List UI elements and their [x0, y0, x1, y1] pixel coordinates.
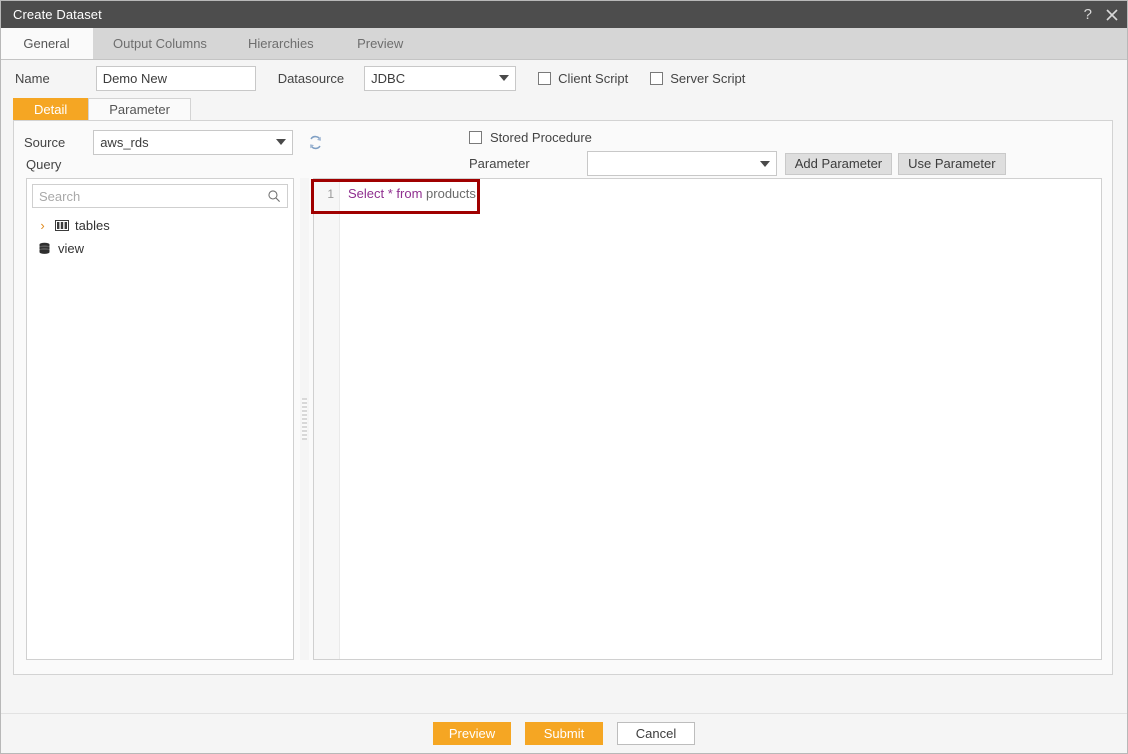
source-row: Source aws_rds — [24, 129, 324, 155]
name-input[interactable] — [95, 65, 256, 91]
window-controls: ? — [1084, 7, 1118, 22]
window-title: Create Dataset — [13, 7, 102, 22]
editor-gutter: 1 — [314, 179, 340, 659]
tab-output-columns[interactable]: Output Columns — [93, 28, 228, 59]
tree-node-label: tables — [75, 218, 110, 233]
detail-panel: Source aws_rds Stored Procedure Query Pa… — [13, 120, 1113, 675]
tab-general[interactable]: General — [1, 28, 93, 59]
tab-hierarchies[interactable]: Hierarchies — [228, 28, 335, 59]
chevron-right-icon[interactable]: › — [37, 218, 48, 233]
parameter-select[interactable] — [586, 151, 777, 176]
chevron-down-icon — [276, 139, 287, 145]
server-script-label: Server Script — [670, 70, 746, 86]
database-icon — [37, 242, 52, 255]
stored-procedure-label: Stored Procedure — [490, 130, 592, 145]
preview-button[interactable]: Preview — [433, 722, 511, 745]
name-label: Name — [15, 70, 50, 86]
sql-identifier-text: products — [426, 186, 476, 201]
dialog-footer: Preview Submit Cancel — [1, 713, 1127, 753]
query-label: Query — [26, 157, 62, 172]
line-number: 1 — [327, 187, 334, 201]
stored-procedure-checkbox-box — [469, 131, 482, 144]
create-dataset-dialog: Create Dataset ? General Output Columns … — [0, 0, 1128, 754]
main-tab-strip: General Output Columns Hierarchies Previ… — [1, 28, 1127, 60]
subtab-parameter[interactable]: Parameter — [88, 98, 191, 120]
stored-procedure-checkbox[interactable]: Stored Procedure — [469, 130, 592, 145]
sql-editor[interactable]: 1 Select * from products — [313, 178, 1102, 660]
tree-node-label: view — [58, 241, 85, 256]
close-icon[interactable] — [1106, 8, 1118, 21]
refresh-icon[interactable] — [307, 134, 324, 151]
subtab-detail[interactable]: Detail — [13, 98, 89, 120]
table-icon — [54, 219, 69, 232]
datasource-select-value: JDBC — [371, 70, 406, 86]
client-script-checkbox-box — [538, 71, 552, 85]
parameter-row: Parameter Add Parameter Use Parameter — [469, 151, 1006, 176]
detail-parameter-tabs: Detail Parameter — [13, 98, 191, 120]
title-bar: Create Dataset ? — [1, 1, 1127, 28]
schema-tree-panel: › tables — [26, 178, 294, 660]
splitter-grip-icon — [302, 398, 307, 440]
tree-node-tables[interactable]: › tables — [27, 214, 293, 237]
datasource-label: Datasource — [277, 70, 345, 86]
help-icon[interactable]: ? — [1084, 7, 1092, 22]
cancel-button[interactable]: Cancel — [617, 722, 695, 745]
dataset-meta-row: Name Datasource JDBC Client Script Serve… — [1, 60, 1127, 96]
add-parameter-button[interactable]: Add Parameter — [784, 152, 893, 175]
editor-code-area[interactable]: Select * from products — [340, 179, 1101, 659]
chevron-down-icon — [499, 75, 510, 81]
search-box[interactable] — [32, 184, 288, 208]
server-script-checkbox[interactable]: Server Script — [650, 71, 745, 86]
use-parameter-button[interactable]: Use Parameter — [898, 152, 1006, 175]
client-script-label: Client Script — [558, 70, 629, 86]
source-select-value: aws_rds — [100, 134, 149, 150]
general-panel: Name Datasource JDBC Client Script Serve… — [1, 60, 1127, 713]
source-select[interactable]: aws_rds — [93, 129, 294, 155]
schema-tree: › tables view — [27, 208, 293, 260]
tab-preview[interactable]: Preview — [335, 28, 427, 59]
submit-button[interactable]: Submit — [525, 722, 603, 745]
datasource-select[interactable]: JDBC — [364, 65, 517, 91]
search-icon[interactable] — [263, 185, 285, 207]
server-script-checkbox-box — [650, 71, 664, 85]
client-script-checkbox[interactable]: Client Script — [538, 71, 628, 86]
chevron-down-icon — [759, 160, 770, 167]
search-input[interactable] — [33, 185, 263, 207]
tree-node-view[interactable]: view — [27, 237, 293, 260]
source-label: Source — [24, 134, 66, 150]
parameter-label: Parameter — [469, 156, 530, 171]
panel-splitter[interactable] — [300, 178, 309, 660]
sql-keyword-text: Select * from — [348, 186, 427, 201]
